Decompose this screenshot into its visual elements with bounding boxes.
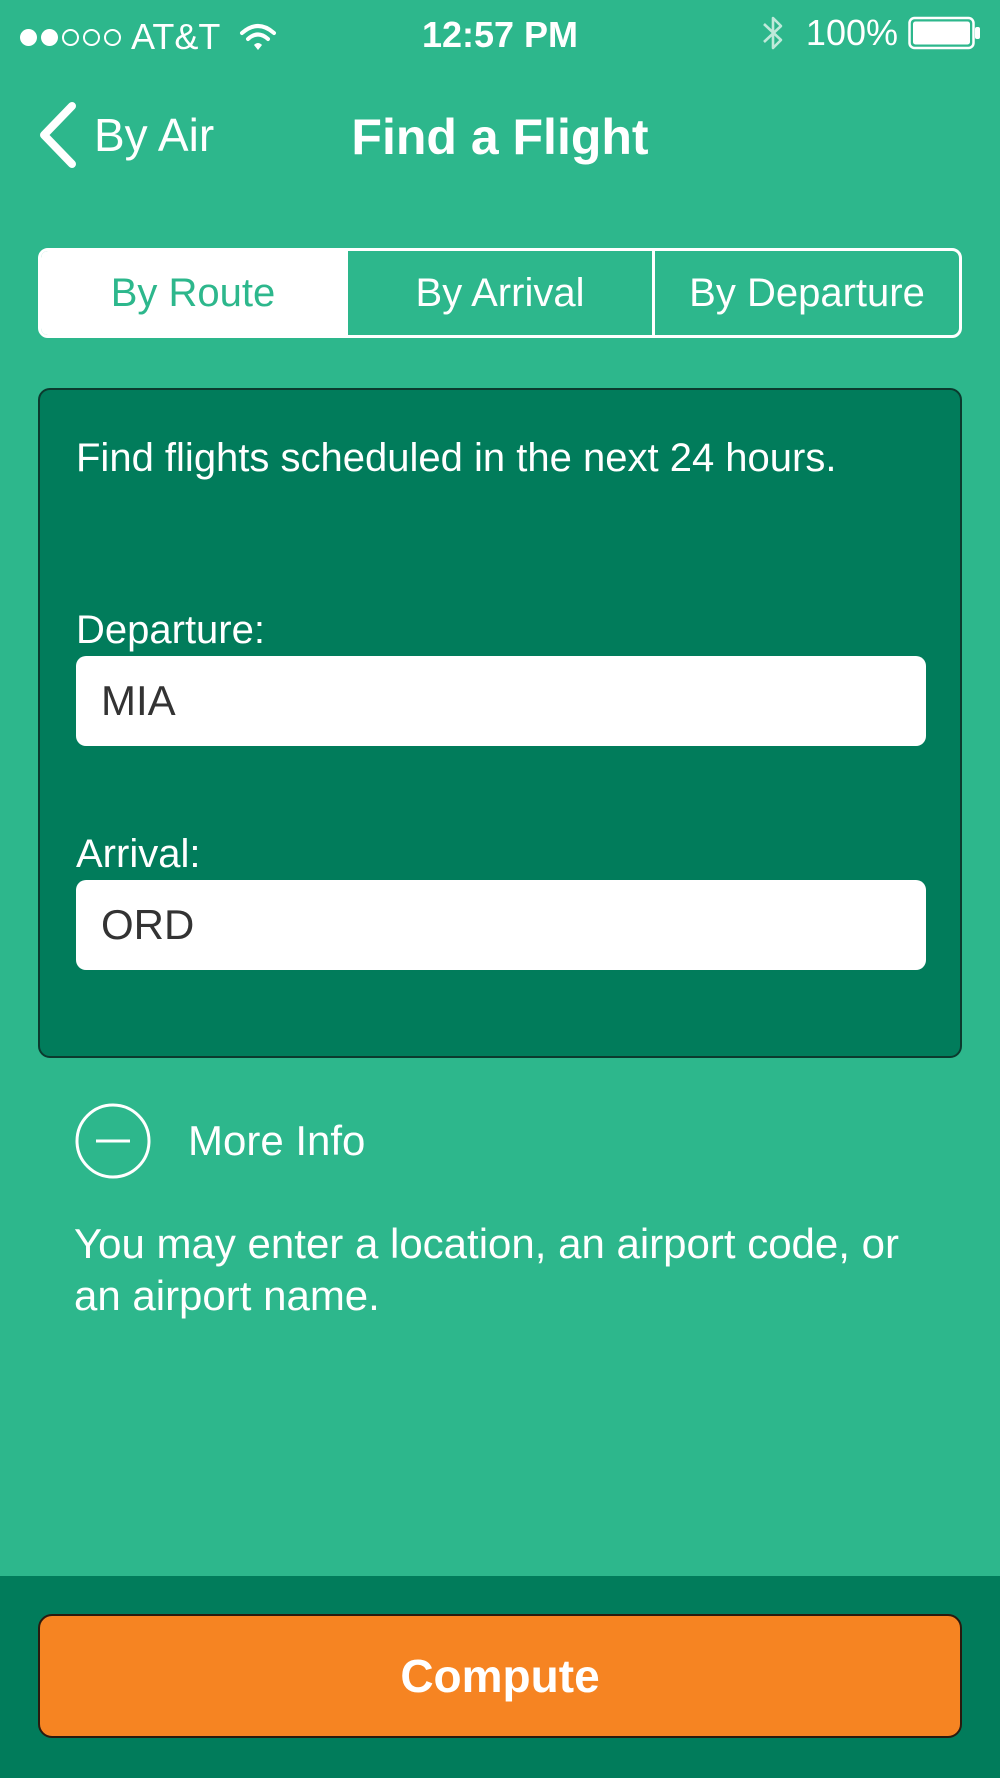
page-title: Find a Flight <box>351 109 649 165</box>
arrival-field[interactable]: ORD <box>76 880 926 970</box>
battery-icon <box>908 16 980 50</box>
compute-button[interactable]: Compute <box>38 1614 962 1738</box>
nav-bar: By Air Find a Flight <box>0 90 1000 180</box>
arrival-label: Arrival: <box>76 832 201 876</box>
bottom-bar: Compute <box>0 1576 1000 1778</box>
more-info-hint: You may enter a location, an airport cod… <box>74 1220 899 1319</box>
more-info-toggle[interactable]: More Info <box>74 1102 365 1180</box>
departure-label: Departure: <box>76 608 265 652</box>
route-form-card: Find flights scheduled in the next 24 ho… <box>38 388 962 1058</box>
minus-circle-icon <box>75 1103 151 1179</box>
status-right: 100% <box>760 12 982 54</box>
departure-field[interactable]: MIA <box>76 656 926 746</box>
segment-by-arrival[interactable]: By Arrival <box>345 251 652 335</box>
status-bar: AT&T 12:57 PM 100% <box>0 0 1000 68</box>
segment-by-departure[interactable]: By Departure <box>652 251 959 335</box>
card-description: Find flights scheduled in the next 24 ho… <box>76 436 837 480</box>
segment-by-route[interactable]: By Route <box>41 251 345 335</box>
bluetooth-icon <box>763 16 783 50</box>
battery-percent: 100% <box>805 12 898 53</box>
search-mode-segmented-control: By Route By Arrival By Departure <box>38 248 962 338</box>
more-info-label: More Info <box>188 1117 366 1164</box>
